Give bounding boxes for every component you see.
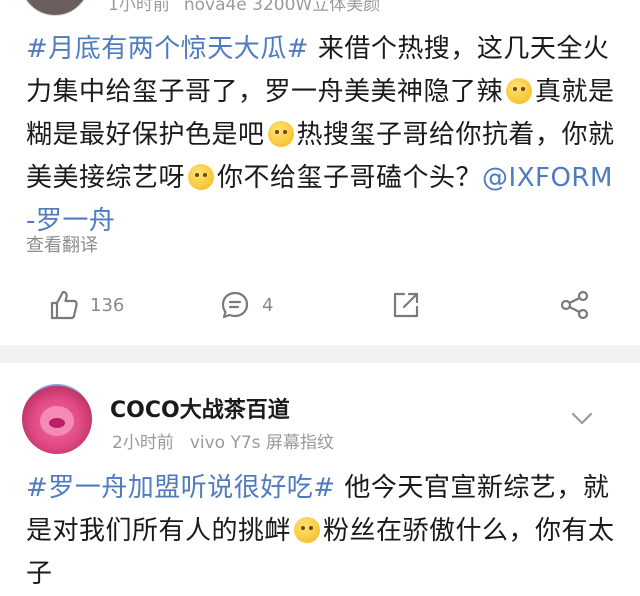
comment-bubble-icon — [220, 290, 250, 320]
repost-button[interactable] — [392, 280, 420, 330]
translate-link[interactable]: 查看翻译 — [26, 231, 98, 257]
post2-meta: 2小时前 vivo Y7s 屏幕指纹 — [112, 428, 350, 453]
post2-time: 2小时前 — [112, 433, 174, 453]
post2-body: #罗一舟加盟听说很好吃# 他今天官宣新综艺，就是对我们所有人的挑衅 粉丝在骄傲什么… — [26, 467, 618, 596]
post1-time: 1小时前 — [108, 0, 170, 15]
like-count: 136 — [90, 294, 125, 316]
thinking-emoji-icon — [188, 164, 215, 190]
share-arrow-icon — [392, 291, 420, 319]
post1-meta: 1小时前 nova4e 3200W立体美颜 — [108, 0, 394, 15]
post1-text-4: 你不给玺子哥磕个头？ — [217, 163, 483, 193]
share-nodes-icon — [560, 290, 590, 320]
user-avatar[interactable] — [22, 384, 92, 454]
post1-action-bar: 136 4 — [0, 280, 640, 330]
post1-avatar[interactable] — [20, 0, 90, 16]
comment-button[interactable]: 4 — [220, 280, 273, 330]
username[interactable]: COCO大战茶百道 — [110, 392, 290, 424]
thumbs-up-icon — [50, 290, 78, 320]
smile-emoji-icon — [294, 517, 321, 543]
smile-emoji-icon — [506, 78, 533, 104]
thinking-emoji-icon — [267, 121, 294, 147]
post-divider — [0, 345, 640, 363]
post2-device: vivo Y7s 屏幕指纹 — [189, 433, 334, 453]
post1-body: #月底有两个惊天大瓜# 来借个热搜，这几天全火力集中给玺子哥了，罗一舟美美神隐了… — [26, 28, 618, 243]
like-button[interactable]: 136 — [50, 280, 124, 330]
post1-device: nova4e 3200W立体美颜 — [183, 0, 381, 15]
post2-topic-tag[interactable]: #罗一舟加盟听说很好吃# — [26, 473, 336, 503]
chevron-down-icon[interactable] — [570, 406, 594, 430]
share-button[interactable] — [560, 280, 590, 330]
post1-topic-tag[interactable]: #月底有两个惊天大瓜# — [26, 34, 309, 64]
comment-count: 4 — [262, 294, 274, 316]
